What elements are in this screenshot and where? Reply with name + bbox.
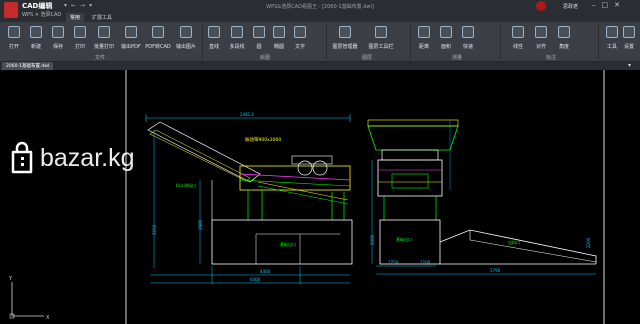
tab-extended-tools[interactable]: 扩展工具 [88, 13, 116, 22]
batch-print-button[interactable]: 批量打印 [91, 24, 117, 54]
line-icon [208, 26, 220, 38]
feed-hopper [367, 125, 459, 151]
aligned-dim-button[interactable]: 对齐 [531, 24, 551, 54]
linear-dim-button[interactable]: 线性 [508, 24, 528, 54]
group-label-measure: 测量 [452, 55, 463, 61]
tab-home[interactable]: 常用 [66, 13, 85, 22]
print-button[interactable]: 打印 [69, 24, 91, 54]
screen-model-label: 振动筛900x3000 [245, 136, 281, 143]
layer-toolbar-button[interactable]: 图层工具栏 [364, 24, 398, 54]
linear-dim-icon [512, 26, 524, 38]
dim-text: 2200 [152, 224, 157, 235]
angle-dim-icon [558, 26, 570, 38]
group-separator [326, 24, 327, 60]
new-file-icon [30, 26, 42, 38]
settings-icon [623, 26, 635, 38]
circle-icon [253, 26, 265, 38]
discharge-label: 出料口 [508, 239, 520, 245]
app-window: CAD编辑 WPS × 浩辰CAD ▾←→▾ WPS&浩辰CAD看图王 - [2… [0, 0, 640, 324]
user-avatar[interactable] [536, 1, 546, 11]
drawing-canvas[interactable]: 2481.2 2200 2980 4460 6400 振动筛900x3000 料… [0, 70, 640, 324]
print-icon [74, 26, 86, 38]
dim-text: 2481.2 [240, 112, 254, 117]
user-name[interactable]: 思政老 [563, 3, 578, 10]
minimize-icon[interactable]: – [592, 1, 602, 9]
batch-print-icon [98, 26, 110, 38]
motor-circle [297, 160, 313, 176]
folder-icon [8, 26, 20, 38]
pdf-to-cad-button[interactable]: PDF转CAD [144, 24, 172, 54]
front-outlet-label: 基础出口 [396, 236, 412, 242]
dim-text: 5790 [490, 268, 501, 273]
area-button[interactable]: 面积 [436, 24, 456, 54]
pdf-convert-icon [152, 26, 164, 38]
group-label-dimension: 标注 [546, 55, 557, 61]
close-icon[interactable]: ✕ [614, 1, 626, 9]
ucs-y-label: Y [8, 276, 13, 282]
new-button[interactable]: 新建 [25, 24, 47, 54]
ucs-x-label: X [46, 315, 50, 321]
group-separator [598, 24, 599, 60]
image-export-icon [180, 26, 192, 38]
group-separator [202, 24, 203, 60]
distance-button[interactable]: 距离 [414, 24, 434, 54]
group-separator [410, 24, 411, 60]
pdf-icon [125, 26, 137, 38]
group-label-draw: 绘图 [260, 55, 271, 61]
watermark-text: bazar.kg [40, 144, 135, 172]
watermark: bazar.kg [10, 140, 190, 180]
foundation-outlet-label: 基础出口 [280, 241, 296, 247]
vibrating-screen-body [239, 165, 351, 191]
text-button[interactable]: 文字 [290, 24, 310, 54]
dim-text: 2000 [370, 234, 375, 245]
hopper-inlet-label: 料斗进料口 [176, 182, 196, 188]
cad-drawing: 2481.2 2200 2980 4460 6400 振动筛900x3000 料… [8, 70, 605, 324]
tools-button[interactable]: 工具 [604, 24, 620, 54]
group-separator [500, 24, 501, 60]
polyline-icon [231, 26, 243, 38]
layer-manager-icon [339, 26, 351, 38]
conveyor-slope [439, 229, 597, 264]
tab-list-icon[interactable]: ▾ [628, 62, 631, 69]
tools-icon [606, 26, 618, 38]
dim-text: 4460 [260, 269, 271, 274]
dim-text: 6400 [250, 277, 261, 282]
shopping-bag-icon [11, 141, 33, 174]
brand-title: CAD编辑 [22, 2, 53, 10]
layer-toolbar-icon [375, 26, 387, 38]
line-button[interactable]: 直线 [204, 24, 224, 54]
open-button[interactable]: 打开 [3, 24, 25, 54]
dim-text: 2980 [198, 219, 203, 230]
group-label-file: 文件 [95, 55, 106, 61]
save-button[interactable]: 保存 [47, 24, 69, 54]
export-image-button[interactable]: 输出图片 [172, 24, 200, 54]
settings-button[interactable]: 设置 [621, 24, 637, 54]
window-controls[interactable]: –□✕ [592, 1, 626, 9]
front-foundation-block [379, 219, 441, 265]
angle-dim-button[interactable]: 角度 [554, 24, 574, 54]
maximize-icon[interactable]: □ [602, 1, 615, 9]
save-icon [52, 26, 64, 38]
quick-measure-icon [462, 26, 474, 38]
app-logo [4, 2, 18, 18]
export-pdf-button[interactable]: 输出PDF [118, 24, 144, 54]
text-icon [294, 26, 306, 38]
layer-manager-button[interactable]: 图层管理器 [328, 24, 362, 54]
dim-text: 1750 [388, 260, 399, 265]
group-label-layer: 图层 [362, 55, 373, 61]
distance-icon [418, 26, 430, 38]
quick-measure-button[interactable]: 快速 [458, 24, 478, 54]
ellipse-icon [273, 26, 285, 38]
dim-text: 1200 [420, 260, 431, 265]
brand-subtitle: WPS × 浩辰CAD [22, 12, 62, 18]
polyline-button[interactable]: 多段线 [225, 24, 249, 54]
screen-front-frame [377, 159, 443, 197]
circle-button[interactable]: 圆 [250, 24, 268, 54]
ellipse-button[interactable]: 椭圆 [269, 24, 289, 54]
document-tab[interactable]: 2060-1基础布置.dwl [2, 62, 54, 70]
area-icon [440, 26, 452, 38]
document-tab-bar [0, 62, 640, 70]
dim-text: 2200 [586, 237, 591, 248]
aligned-dim-icon [535, 26, 547, 38]
